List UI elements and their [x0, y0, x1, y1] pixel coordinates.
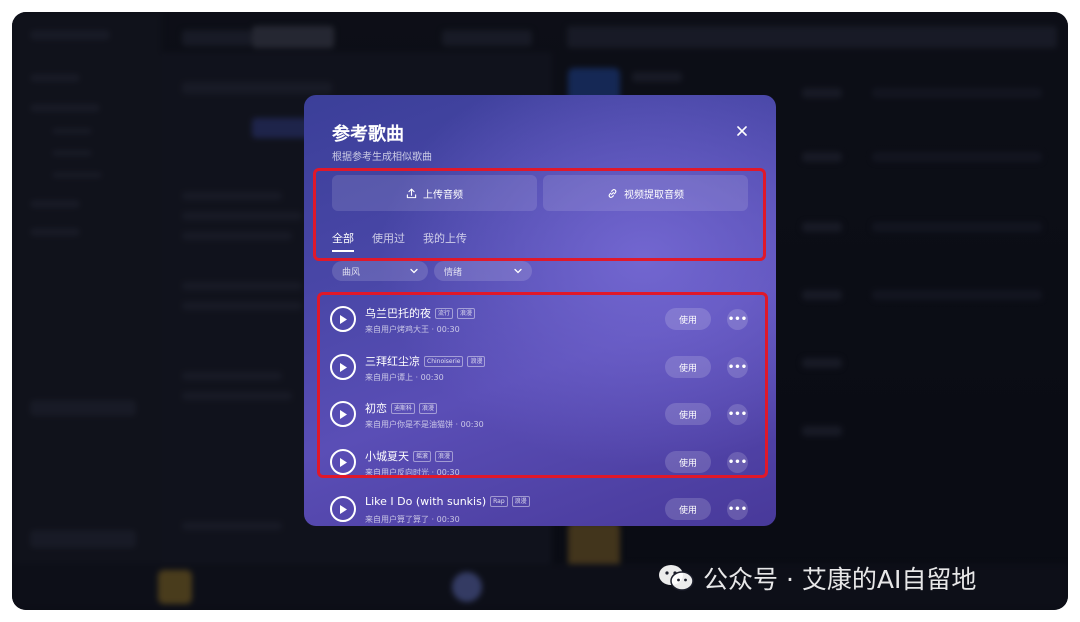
song-meta: 来自用户烤鸡大王 · 00:30: [365, 325, 460, 334]
genre-tag: 流行: [435, 307, 454, 319]
genre-tag: Rap: [490, 496, 508, 507]
more-icon: •••: [727, 503, 748, 515]
tab-all[interactable]: 全部: [332, 230, 354, 252]
use-button[interactable]: 使用: [665, 451, 711, 473]
mood-tag: 浪漫: [457, 307, 476, 319]
chevron-down-icon: [410, 268, 418, 274]
song-meta: 来自用户算了算了 · 00:30: [365, 515, 460, 524]
song-title-row: 三拜红尘凉 Chinoiserie 浪漫: [365, 353, 486, 369]
play-button[interactable]: [330, 496, 356, 522]
play-icon: [340, 314, 347, 324]
tab-my-uploads[interactable]: 我的上传: [423, 230, 467, 252]
genre-tag: 迪斯科: [391, 402, 416, 414]
play-icon: [340, 409, 347, 419]
song-title: 初恋: [365, 402, 387, 415]
dialog-subtitle: 根据参考生成相似歌曲: [332, 152, 432, 163]
song-title: 小城夏天: [365, 450, 409, 463]
song-item: 乌兰巴托的夜 流行 浪漫 来自用户烤鸡大王 · 00:30 使用 •••: [330, 302, 750, 342]
song-meta: 来自用户谭上 · 00:30: [365, 373, 444, 382]
more-icon: •••: [727, 408, 748, 420]
more-options-button[interactable]: •••: [727, 452, 748, 473]
use-button[interactable]: 使用: [665, 403, 711, 425]
reference-song-dialog: 参考歌曲 根据参考生成相似歌曲 上传音频 视频提取音频 全部 使用过 我的上传 …: [304, 95, 776, 526]
use-button[interactable]: 使用: [665, 498, 711, 520]
style-filter-label: 曲风: [342, 267, 361, 278]
link-icon: [608, 188, 617, 198]
play-button[interactable]: [330, 306, 356, 332]
song-tabs: 全部 使用过 我的上传: [332, 230, 467, 252]
close-icon: [737, 126, 747, 136]
more-options-button[interactable]: •••: [727, 404, 748, 425]
more-icon: •••: [727, 313, 748, 325]
play-button[interactable]: [330, 401, 356, 427]
song-item: 初恋 迪斯科 浪漫 来自用户你是不是油猫饼 · 00:30 使用 •••: [330, 397, 750, 437]
mood-tag: 浪漫: [467, 355, 486, 367]
mood-filter-label: 情绪: [444, 267, 463, 278]
song-title-row: 乌兰巴托的夜 流行 浪漫: [365, 305, 476, 321]
close-button[interactable]: [730, 119, 754, 143]
song-title-row: 初恋 迪斯科 浪漫: [365, 400, 438, 416]
upload-audio-button[interactable]: 上传音频: [332, 175, 537, 211]
dialog-title: 参考歌曲: [332, 124, 404, 145]
more-options-button[interactable]: •••: [727, 499, 748, 520]
style-filter-dropdown[interactable]: 曲风: [332, 261, 428, 281]
play-button[interactable]: [330, 449, 356, 475]
upload-audio-label: 上传音频: [423, 189, 463, 201]
song-title-row: 小城夏天 摇滚 浪漫: [365, 448, 454, 464]
more-options-button[interactable]: •••: [727, 309, 748, 330]
play-icon: [340, 504, 347, 514]
more-icon: •••: [727, 456, 748, 468]
upload-icon: [406, 188, 417, 198]
wechat-icon: [657, 563, 695, 593]
song-meta: 来自用户你是不是油猫饼 · 00:30: [365, 420, 484, 429]
watermark-text: 公众号 · 艾康的AI自留地: [703, 565, 977, 594]
chevron-down-icon: [514, 268, 522, 274]
genre-tag: 摇滚: [413, 450, 432, 462]
more-options-button[interactable]: •••: [727, 357, 748, 378]
mood-tag: 浪漫: [435, 450, 454, 462]
play-icon: [340, 457, 347, 467]
more-icon: •••: [727, 361, 748, 373]
song-title: 乌兰巴托的夜: [365, 307, 431, 320]
song-title: Like I Do (with sunkis): [365, 495, 487, 508]
song-meta: 来自用户反向时光 · 00:30: [365, 468, 460, 477]
play-icon: [340, 362, 347, 372]
use-button[interactable]: 使用: [665, 308, 711, 330]
extract-audio-label: 视频提取音频: [624, 189, 684, 201]
mood-tag: 浪漫: [511, 496, 530, 507]
mood-tag: 浪漫: [419, 402, 438, 414]
mood-filter-dropdown[interactable]: 情绪: [434, 261, 532, 281]
song-title: 三拜红尘凉: [365, 355, 420, 368]
play-button[interactable]: [330, 354, 356, 380]
song-item: 小城夏天 摇滚 浪漫 来自用户反向时光 · 00:30 使用 •••: [330, 445, 750, 485]
tab-used[interactable]: 使用过: [372, 230, 405, 252]
song-item: 三拜红尘凉 Chinoiserie 浪漫 来自用户谭上 · 00:30 使用 •…: [330, 350, 750, 390]
watermark: 公众号 · 艾康的AI自留地: [657, 560, 976, 596]
genre-tag: Chinoiserie: [424, 355, 464, 367]
song-item: Like I Do (with sunkis) Rap 浪漫 来自用户算了算了 …: [330, 492, 750, 526]
extract-audio-from-video-button[interactable]: 视频提取音频: [543, 175, 748, 211]
song-title-row: Like I Do (with sunkis) Rap 浪漫: [365, 495, 530, 508]
use-button[interactable]: 使用: [665, 356, 711, 378]
